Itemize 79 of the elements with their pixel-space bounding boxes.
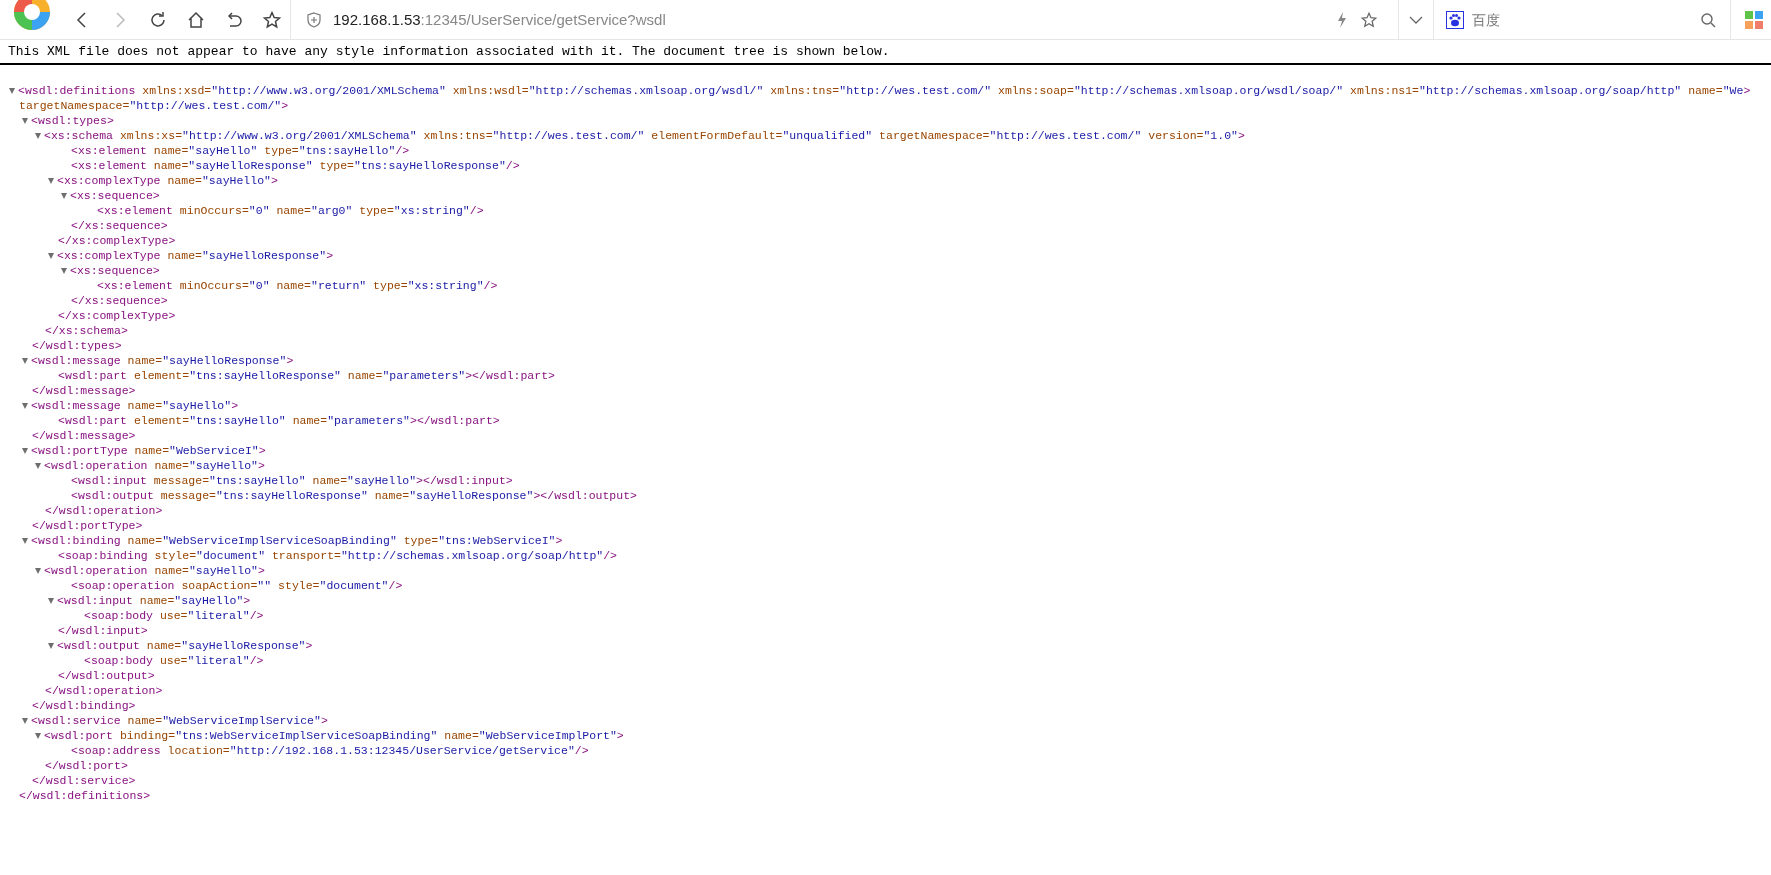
- xml-line: <wsdl:binding name="WebServiceImplServiceSoapBinding" type="tns:WebServiceI">: [31, 533, 563, 548]
- xml-line: <wsdl:output message="tns:sayHelloResponse" name="sayHelloResponse"></wsdl:output>: [70, 488, 637, 503]
- xml-line: <wsdl:input name="sayHello">: [57, 593, 251, 608]
- paw-icon: [1446, 10, 1464, 29]
- xml-line: <xs:sequence>: [70, 263, 160, 278]
- apps-grid-icon[interactable]: [1745, 10, 1763, 29]
- xml-line: <wsdl:operation name="sayHello">: [44, 458, 265, 473]
- expand-arrow-icon[interactable]: [22, 402, 28, 409]
- xml-line: <xs:sequence>: [70, 188, 160, 203]
- url-text: 192.168.1.53:12345/UserService/getService?wsdl: [333, 11, 666, 28]
- xml-line: <xs:element minOccurs="0" name="return" type="xs:string"/>: [96, 278, 498, 293]
- xml-line: <wsdl:output name="sayHelloResponse">: [57, 638, 313, 653]
- xml-line: <soap:binding style="document" transport="http://schemas.xmlsoap.org/soap/http"/>: [57, 548, 618, 563]
- xml-line: </wsdl:definitions>: [18, 788, 151, 803]
- xml-line: </wsdl:operation>: [44, 503, 163, 518]
- xml-line: </wsdl:port>: [44, 758, 128, 773]
- xml-line: targetNamespace="http://wes.test.com/">: [18, 98, 289, 113]
- xml-line: <xs:element name="sayHelloResponse" type="tns:sayHelloResponse"/>: [70, 158, 520, 173]
- xml-line: <wsdl:message name="sayHello">: [31, 398, 239, 413]
- search-icon[interactable]: [1700, 11, 1716, 28]
- xml-line: </wsdl:operation>: [44, 683, 163, 698]
- xml-line: <xs:element name="sayHello" type="tns:sayHello"/>: [70, 143, 410, 158]
- expand-arrow-icon[interactable]: [61, 192, 67, 199]
- xml-line: </xs:complexType>: [57, 308, 176, 323]
- expand-arrow-icon[interactable]: [48, 177, 54, 184]
- xml-line: </wsdl:input>: [57, 623, 148, 638]
- xml-line: <wsdl:types>: [31, 113, 114, 128]
- xml-line: <soap:operation soapAction="" style="document"/>: [70, 578, 403, 593]
- xml-line: <wsdl:input message="tns:sayHello" name="sayHello"></wsdl:input>: [70, 473, 513, 488]
- expand-arrow-icon[interactable]: [48, 642, 54, 649]
- xml-line: <xs:schema xmlns:xs="http://www.w3.org/2001/XMLSchema" xmlns:tns="http://wes.test.com/" elementFormDefault="unqualified" targetNamespace="http://wes.test.com/" version="1.0">: [44, 128, 1245, 143]
- expand-arrow-icon[interactable]: [35, 132, 41, 139]
- star-icon: [262, 9, 282, 30]
- expand-arrow-icon[interactable]: [22, 447, 28, 454]
- info-message: This XML file does not appear to have any style information associated with it. The document tree is shown below.: [0, 41, 1771, 65]
- expand-arrow-icon[interactable]: [35, 462, 41, 469]
- xml-line: </wsdl:message>: [31, 383, 136, 398]
- xml-line: </wsdl:portType>: [31, 518, 143, 533]
- xml-line: </wsdl:message>: [31, 428, 136, 443]
- expand-arrow-icon[interactable]: [22, 717, 28, 724]
- xml-line: </wsdl:types>: [31, 338, 122, 353]
- address-bar[interactable]: 192.168.1.53:12345/UserService/getService?wsdl: [297, 0, 1392, 40]
- expand-arrow-icon[interactable]: [9, 87, 15, 94]
- reload-icon: [148, 9, 168, 30]
- expand-arrow-icon[interactable]: [22, 117, 28, 124]
- star-icon[interactable]: [1360, 10, 1378, 29]
- xml-line: <wsdl:service name="WebServiceImplService">: [31, 713, 328, 728]
- xml-line: <xs:element minOccurs="0" name="arg0" type="xs:string"/>: [96, 203, 484, 218]
- xml-line: <soap:address location="http://192.168.1.53:12345/UserService/getService"/>: [70, 743, 589, 758]
- xml-line: <soap:body use="literal"/>: [83, 653, 264, 668]
- xml-line: </xs:sequence>: [70, 218, 168, 233]
- chevron-down-icon[interactable]: [1409, 14, 1423, 25]
- xml-line: </wsdl:binding>: [31, 698, 136, 713]
- lightning-icon[interactable]: [1336, 10, 1348, 29]
- shield-icon: [307, 11, 321, 28]
- expand-arrow-icon[interactable]: [22, 357, 28, 364]
- xml-line: <xs:complexType name="sayHello">: [57, 173, 278, 188]
- xml-line: <wsdl:message name="sayHelloResponse">: [31, 353, 294, 368]
- xml-line: <wsdl:operation name="sayHello">: [44, 563, 265, 578]
- home-icon: [186, 9, 206, 30]
- xml-line: <wsdl:port binding="tns:WebServiceImplServiceSoapBinding" name="WebServiceImplPort">: [44, 728, 624, 743]
- expand-arrow-icon[interactable]: [35, 732, 41, 739]
- xml-line: </xs:sequence>: [70, 293, 168, 308]
- xml-line: <wsdl:definitions xmlns:xsd="http://www.w3.org/2001/XMLSchema" xmlns:wsdl="http://schemas.xmlsoap.org/wsdl/" xmlns:tns="http://wes.test.com/" xmlns:soap="http://schemas.xmlsoap.org/wsdl/soap/" xmlns:ns1="http://schemas.xmlsoap.org/soap/http" name="We>: [18, 83, 1751, 98]
- expand-arrow-icon[interactable]: [48, 597, 54, 604]
- expand-arrow-icon[interactable]: [35, 567, 41, 574]
- xml-line: </wsdl:service>: [31, 773, 136, 788]
- xml-line: <wsdl:part element="tns:sayHelloResponse" name="parameters"></wsdl:part>: [57, 368, 555, 383]
- expand-arrow-icon[interactable]: [22, 537, 28, 544]
- xml-line: </xs:schema>: [44, 323, 128, 338]
- xml-line: <wsdl:portType name="WebServiceI">: [31, 443, 266, 458]
- xml-line: </xs:complexType>: [57, 233, 176, 248]
- xml-line: <wsdl:part element="tns:sayHello" name="parameters"></wsdl:part>: [57, 413, 500, 428]
- expand-arrow-icon[interactable]: [48, 252, 54, 259]
- xml-line: <soap:body use="literal"/>: [83, 608, 264, 623]
- xml-line: <xs:complexType name="sayHelloResponse">: [57, 248, 334, 263]
- xml-line: </wsdl:output>: [57, 668, 155, 683]
- search-field[interactable]: 百度: [1470, 10, 1694, 29]
- expand-arrow-icon[interactable]: [61, 267, 67, 274]
